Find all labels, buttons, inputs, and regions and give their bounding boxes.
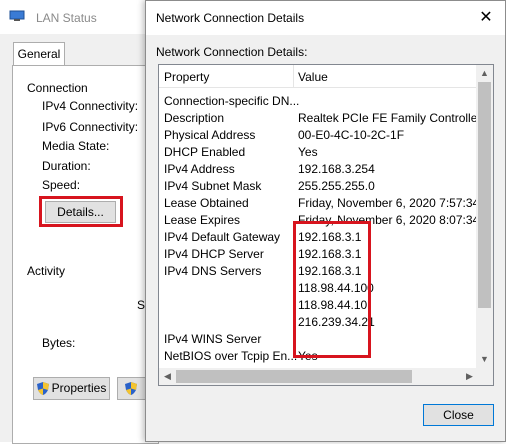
column-header-property[interactable]: Property bbox=[164, 70, 209, 84]
row-property: Description bbox=[164, 111, 225, 125]
row-property: Connection-specific DN... bbox=[164, 94, 300, 108]
row-property: IPv4 Address bbox=[164, 162, 235, 176]
uac-shield-icon bbox=[36, 382, 49, 396]
properties-label: Properties bbox=[51, 381, 107, 395]
row-property: Physical Address bbox=[164, 128, 256, 142]
scroll-down-icon[interactable]: ▼ bbox=[476, 351, 493, 368]
disable-button[interactable] bbox=[117, 377, 147, 400]
properties-button[interactable]: Properties bbox=[33, 377, 110, 400]
row-property: IPv4 Default Gateway bbox=[164, 230, 281, 244]
dns-gateway-highlight-box bbox=[293, 221, 371, 358]
list-row[interactable]: DHCP Enabled Yes bbox=[159, 143, 479, 160]
row-value: 192.168.3.254 bbox=[298, 162, 375, 176]
dialog-subtitle: Network Connection Details: bbox=[156, 45, 308, 59]
media-state-label: Media State: bbox=[42, 139, 110, 153]
connection-header: Connection bbox=[27, 81, 88, 95]
details-highlight-box bbox=[39, 196, 123, 227]
column-header-value[interactable]: Value bbox=[298, 70, 328, 84]
list-row[interactable]: Physical Address 00-E0-4C-10-2C-1F bbox=[159, 126, 479, 143]
lan-title-bar: LAN Status bbox=[0, 0, 150, 34]
row-value: Realtek PCIe FE Family Controller bbox=[298, 111, 478, 125]
speed-label: Speed: bbox=[42, 178, 81, 192]
network-connection-details-dialog: Network Connection Details ✕ Network Con… bbox=[145, 0, 506, 442]
activity-header: Activity bbox=[27, 264, 66, 278]
row-property: NetBIOS over Tcpip En... bbox=[164, 349, 298, 363]
row-property: IPv4 Subnet Mask bbox=[164, 179, 262, 193]
horizontal-scrollbar[interactable]: ◀ ▶ bbox=[159, 368, 478, 385]
column-separator[interactable] bbox=[293, 65, 294, 87]
uac-shield-icon bbox=[124, 382, 137, 396]
row-property: IPv4 WINS Server bbox=[164, 332, 262, 346]
row-property: DHCP Enabled bbox=[164, 145, 246, 159]
row-value: 255.255.255.0 bbox=[298, 179, 375, 193]
scroll-left-icon[interactable]: ◀ bbox=[159, 368, 176, 385]
lan-status-window: LAN Status General Connection IPv4 Conne… bbox=[0, 0, 159, 444]
vertical-scrollbar[interactable]: ▲ ▼ bbox=[476, 65, 493, 368]
row-value: Friday, November 6, 2020 7:57:34 PM bbox=[298, 196, 478, 210]
dialog-title: Network Connection Details bbox=[156, 11, 305, 25]
list-row[interactable]: IPv4 Address 192.168.3.254 bbox=[159, 160, 479, 177]
row-value: 00-E0-4C-10-2C-1F bbox=[298, 128, 405, 142]
lan-window-title: LAN Status bbox=[36, 11, 97, 25]
details-list[interactable]: Property Value Connection-specific DN...… bbox=[158, 64, 494, 386]
scroll-corner bbox=[476, 368, 493, 385]
bytes-label: Bytes: bbox=[42, 336, 76, 350]
row-property: IPv4 DNS Servers bbox=[164, 264, 262, 278]
scroll-up-icon[interactable]: ▲ bbox=[476, 65, 493, 82]
list-row[interactable]: Connection-specific DN... bbox=[159, 92, 479, 109]
list-row[interactable]: IPv4 Subnet Mask 255.255.255.0 bbox=[159, 177, 479, 194]
duration-label: Duration: bbox=[42, 159, 91, 173]
horizontal-scroll-thumb[interactable] bbox=[176, 370, 412, 383]
vertical-scroll-thumb[interactable] bbox=[478, 82, 491, 308]
dialog-title-bar: Network Connection Details ✕ bbox=[146, 1, 505, 35]
row-property: Lease Obtained bbox=[164, 196, 249, 210]
close-icon[interactable]: ✕ bbox=[475, 7, 497, 29]
close-button[interactable]: Close bbox=[423, 404, 494, 426]
row-value: Yes bbox=[298, 145, 318, 159]
ipv6-connectivity-label: IPv6 Connectivity: bbox=[42, 120, 139, 134]
ipv4-connectivity-label: IPv4 Connectivity: bbox=[42, 99, 139, 113]
row-property: Lease Expires bbox=[164, 213, 241, 227]
list-row[interactable]: Lease Obtained Friday, November 6, 2020 7… bbox=[159, 194, 479, 211]
network-icon bbox=[9, 10, 25, 21]
list-row[interactable]: Description Realtek PCIe FE Family Contro… bbox=[159, 109, 479, 126]
tab-general[interactable]: General bbox=[13, 42, 65, 67]
list-header: Property Value bbox=[159, 65, 479, 88]
row-property: IPv4 DHCP Server bbox=[164, 247, 264, 261]
sent-label-fragment: S bbox=[137, 298, 146, 312]
